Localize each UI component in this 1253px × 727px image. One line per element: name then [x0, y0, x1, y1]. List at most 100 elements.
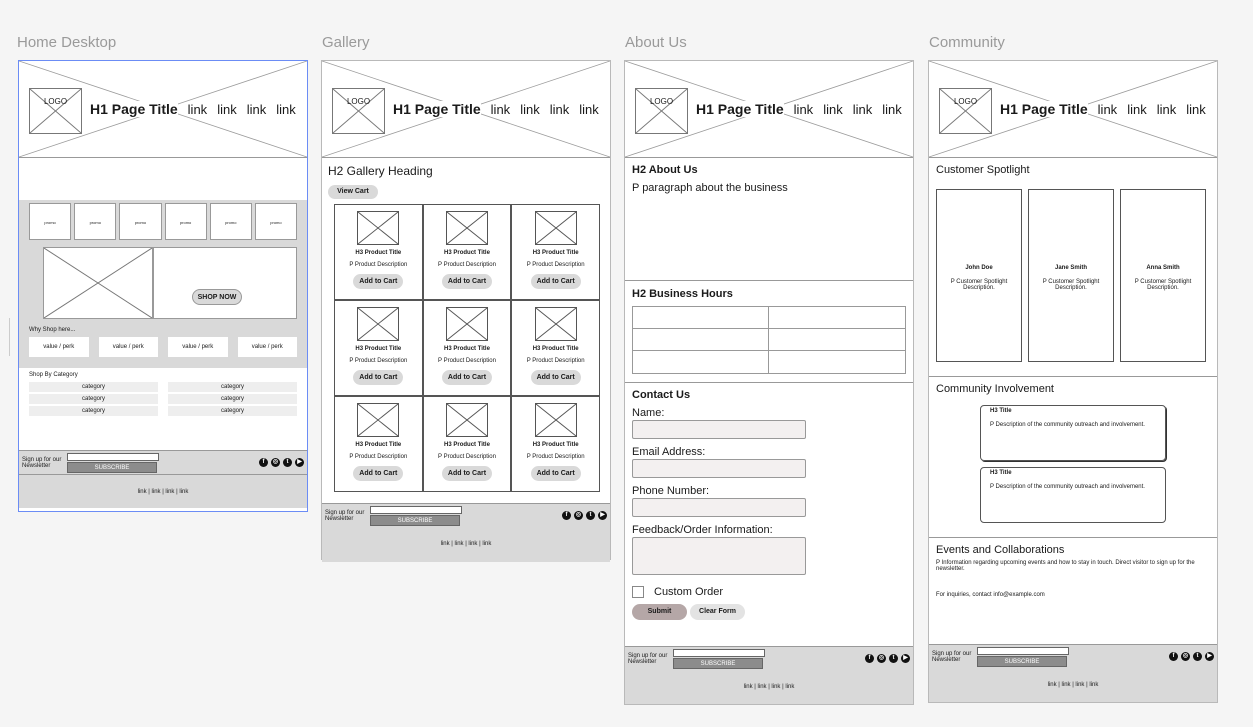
- product-card[interactable]: H3 Product Title P Product Description A…: [511, 204, 600, 300]
- footer-links[interactable]: link | link | link | link: [441, 541, 492, 547]
- product-card[interactable]: H3 Product Title P Product Description A…: [422, 396, 512, 492]
- view-cart-button[interactable]: View Cart: [328, 185, 378, 199]
- category-item[interactable]: category: [29, 406, 158, 416]
- email-field[interactable]: [632, 459, 806, 478]
- product-card[interactable]: H3 Product Title P Product Description A…: [422, 204, 512, 300]
- nav-link[interactable]: link: [793, 102, 814, 117]
- footer-links[interactable]: link | link | link | link: [1048, 682, 1099, 688]
- category-item[interactable]: category: [29, 394, 158, 404]
- logo-placeholder[interactable]: LOGO: [29, 88, 82, 134]
- youtube-icon[interactable]: ▶: [901, 654, 910, 663]
- nav-link[interactable]: link: [490, 102, 511, 117]
- logo-placeholder[interactable]: LOGO: [635, 88, 688, 134]
- subscribe-button[interactable]: SUBSCRIBE: [673, 657, 763, 669]
- subscribe-button[interactable]: SUBSCRIBE: [67, 461, 157, 473]
- nav-link[interactable]: link: [1127, 102, 1147, 117]
- phone-field[interactable]: [632, 498, 806, 517]
- feedback-textarea[interactable]: [632, 537, 806, 575]
- twitter-icon[interactable]: t: [889, 654, 898, 663]
- newsletter-email-input[interactable]: [67, 452, 159, 461]
- promo-tile[interactable]: promo: [164, 203, 207, 240]
- promo-tile[interactable]: promo: [74, 203, 117, 240]
- subscribe-button[interactable]: SUBSCRIBE: [977, 655, 1067, 667]
- promo-tile[interactable]: promo: [209, 203, 252, 240]
- category-item[interactable]: category: [29, 382, 158, 392]
- category-item[interactable]: category: [168, 382, 297, 392]
- events-heading: Events and Collaborations: [936, 544, 1065, 556]
- add-to-cart-button[interactable]: Add to Cart: [441, 370, 492, 385]
- nav-link[interactable]: link: [246, 102, 267, 117]
- add-to-cart-button[interactable]: Add to Cart: [530, 466, 581, 481]
- youtube-icon[interactable]: ▶: [1205, 652, 1214, 661]
- twitter-icon[interactable]: t: [1193, 652, 1202, 661]
- nav-link[interactable]: link: [217, 102, 237, 117]
- shop-now-button[interactable]: SHOP NOW: [192, 289, 242, 305]
- product-card[interactable]: H3 Product Title P Product Description A…: [511, 300, 600, 396]
- spotlight-card[interactable]: John Doe P Customer Spotlight Descriptio…: [936, 189, 1022, 362]
- product-image: [445, 307, 488, 341]
- add-to-cart-button[interactable]: Add to Cart: [353, 370, 404, 385]
- spotlight-card[interactable]: Anna Smith P Customer Spotlight Descript…: [1120, 189, 1206, 362]
- frame-home-desktop[interactable]: LOGO H1 Page Title link link link link p…: [18, 60, 308, 512]
- facebook-icon[interactable]: f: [259, 458, 268, 467]
- nav-link[interactable]: link: [276, 102, 296, 117]
- footer-links[interactable]: link | link | link | link: [138, 489, 189, 495]
- subscribe-button[interactable]: SUBSCRIBE: [370, 514, 460, 526]
- category-item[interactable]: category: [168, 406, 297, 416]
- category-item[interactable]: category: [168, 394, 297, 404]
- add-to-cart-button[interactable]: Add to Cart: [353, 466, 404, 481]
- name-field[interactable]: [632, 420, 806, 439]
- nav-link[interactable]: link: [1156, 102, 1177, 117]
- nav-link[interactable]: link: [1186, 102, 1206, 117]
- youtube-icon[interactable]: ▶: [295, 458, 304, 467]
- involvement-card[interactable]: H3 Title P Description of the community …: [980, 467, 1166, 523]
- product-card[interactable]: H3 Product Title P Product Description A…: [422, 300, 512, 396]
- product-grid: H3 Product Title P Product Description A…: [334, 204, 600, 492]
- twitter-icon[interactable]: t: [586, 511, 595, 520]
- newsletter-email-input[interactable]: [370, 505, 462, 514]
- custom-order-checkbox[interactable]: [632, 586, 644, 598]
- facebook-icon[interactable]: f: [1169, 652, 1178, 661]
- frame-about-us[interactable]: LOGO H1 Page Title link link link link H…: [624, 60, 914, 705]
- instagram-icon[interactable]: ◎: [574, 511, 583, 520]
- clear-form-button[interactable]: Clear Form: [690, 604, 745, 620]
- newsletter-email-input[interactable]: [673, 648, 765, 657]
- product-card[interactable]: H3 Product Title P Product Description A…: [334, 396, 423, 492]
- facebook-icon[interactable]: f: [865, 654, 874, 663]
- nav-link[interactable]: link: [1097, 102, 1118, 117]
- product-card[interactable]: H3 Product Title P Product Description A…: [334, 300, 423, 396]
- newsletter-email-input[interactable]: [977, 646, 1069, 655]
- twitter-icon[interactable]: t: [283, 458, 292, 467]
- youtube-icon[interactable]: ▶: [598, 511, 607, 520]
- product-card[interactable]: H3 Product Title P Product Description A…: [334, 204, 423, 300]
- involvement-card[interactable]: H3 Title P Description of the community …: [980, 405, 1166, 461]
- promo-tile[interactable]: promo: [119, 203, 162, 240]
- add-to-cart-button[interactable]: Add to Cart: [353, 274, 404, 289]
- add-to-cart-button[interactable]: Add to Cart: [441, 274, 492, 289]
- nav-link[interactable]: link: [882, 102, 902, 117]
- add-to-cart-button[interactable]: Add to Cart: [530, 370, 581, 385]
- instagram-icon[interactable]: ◎: [877, 654, 886, 663]
- product-card[interactable]: H3 Product Title P Product Description A…: [511, 396, 600, 492]
- nav-link[interactable]: link: [852, 102, 873, 117]
- nav-link[interactable]: link: [823, 102, 843, 117]
- submit-button[interactable]: Submit: [632, 604, 687, 620]
- instagram-icon[interactable]: ◎: [1181, 652, 1190, 661]
- instagram-icon[interactable]: ◎: [271, 458, 280, 467]
- nav-link[interactable]: link: [549, 102, 570, 117]
- facebook-icon[interactable]: f: [562, 511, 571, 520]
- logo-placeholder[interactable]: LOGO: [332, 88, 385, 134]
- add-to-cart-button[interactable]: Add to Cart: [530, 274, 581, 289]
- promo-tile[interactable]: promo: [29, 203, 72, 240]
- frame-gallery[interactable]: LOGO H1 Page Title link link link link H…: [321, 60, 611, 562]
- nav-link[interactable]: link: [520, 102, 540, 117]
- nav-link[interactable]: link: [579, 102, 599, 117]
- add-to-cart-button[interactable]: Add to Cart: [441, 466, 492, 481]
- nav-link[interactable]: link: [187, 102, 208, 117]
- frame-community[interactable]: LOGO H1 Page Title link link link link C…: [928, 60, 1218, 703]
- promo-tile[interactable]: promo: [254, 203, 298, 240]
- logo-placeholder[interactable]: LOGO: [939, 88, 992, 134]
- spotlight-card[interactable]: Jane Smith P Customer Spotlight Descript…: [1028, 189, 1114, 362]
- product-image: [534, 307, 577, 341]
- footer-links[interactable]: link | link | link | link: [744, 684, 795, 690]
